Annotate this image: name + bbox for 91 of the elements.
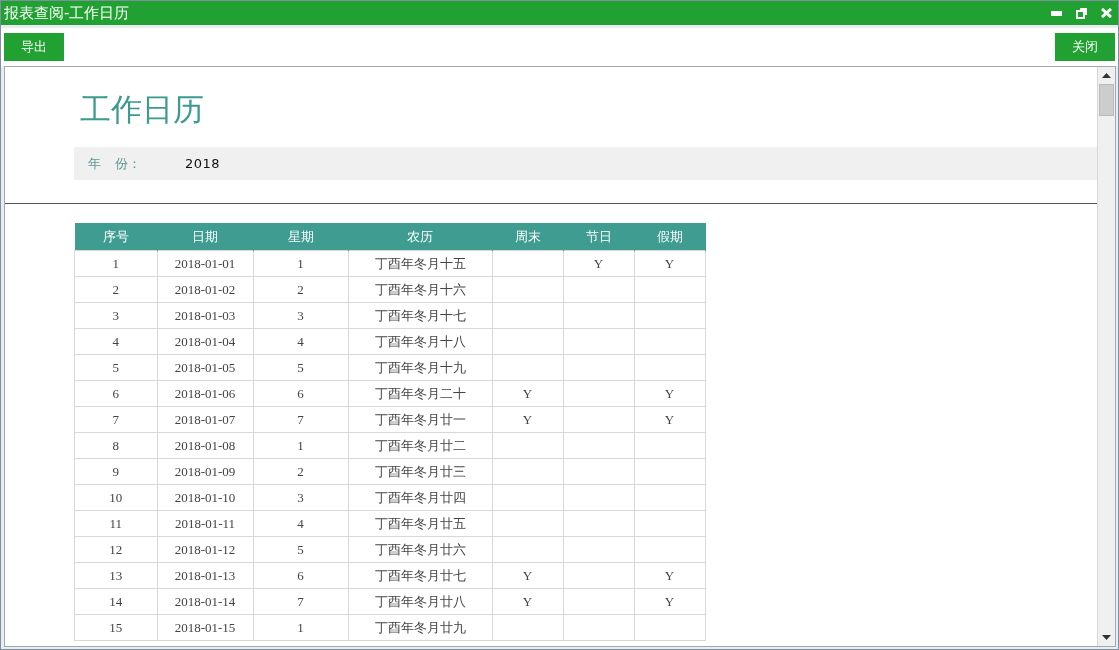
table-cell: Y [634, 380, 705, 407]
table-cell: 2018-01-08 [157, 432, 253, 459]
table-cell: 丁酉年冬月廿三 [348, 458, 492, 485]
table-cell: 丁酉年冬月十七 [348, 302, 492, 329]
table-cell: 2018-01-02 [157, 276, 253, 303]
table-cell: 3 [74, 302, 157, 329]
table-cell: 7 [253, 406, 348, 433]
close-button[interactable]: 关闭 [1055, 33, 1115, 61]
minimize-icon[interactable] [1051, 10, 1062, 16]
table-cell: 2018-01-15 [157, 614, 253, 641]
table-cell: 2018-01-12 [157, 536, 253, 563]
close-icon[interactable] [1101, 8, 1112, 18]
table-cell: 2018-01-10 [157, 484, 253, 511]
table-cell: 12 [74, 536, 157, 563]
table-cell: 6 [253, 380, 348, 407]
table-cell: Y [634, 588, 705, 615]
table-cell: 丁酉年冬月十五 [348, 250, 492, 277]
table-cell: Y [492, 406, 563, 433]
table-cell: 2018-01-09 [157, 458, 253, 485]
column-header: 日期 [157, 223, 253, 251]
table-cell: 丁酉年冬月廿五 [348, 510, 492, 537]
column-header: 节日 [563, 223, 634, 251]
table-cell: 2018-01-11 [157, 510, 253, 537]
table-cell: 丁酉年冬月廿九 [348, 614, 492, 641]
table-cell: 2018-01-07 [157, 406, 253, 433]
column-header: 周末 [492, 223, 563, 251]
table-cell: 丁酉年冬月十八 [348, 328, 492, 355]
table-cell: 丁酉年冬月十六 [348, 276, 492, 303]
year-value: 2018 [185, 156, 221, 171]
table-cell: 丁酉年冬月廿八 [348, 588, 492, 615]
column-header: 星期 [253, 223, 348, 251]
scrollbar[interactable] [1097, 67, 1115, 646]
table-cell: Y [634, 250, 705, 277]
report-title: 工作日历 [79, 90, 205, 129]
table-cell: 4 [253, 328, 348, 355]
table-cell: Y [634, 406, 705, 433]
window-title: 报表查阅-工作日历 [4, 3, 130, 23]
table-cell: 9 [74, 458, 157, 485]
table-cell: 2 [253, 276, 348, 303]
export-button[interactable]: 导出 [4, 33, 64, 61]
table-cell: 丁酉年冬月二十 [348, 380, 492, 407]
table-cell: 1 [253, 432, 348, 459]
table-cell: Y [563, 250, 634, 277]
table-cell: Y [492, 562, 563, 589]
table-cell: 2018-01-05 [157, 354, 253, 381]
table-cell: 7 [74, 406, 157, 433]
table-cell: 丁酉年冬月廿四 [348, 484, 492, 511]
table-cell: 7 [253, 588, 348, 615]
table-cell: 10 [74, 484, 157, 511]
table-cell: Y [634, 562, 705, 589]
table-cell: 丁酉年冬月廿六 [348, 536, 492, 563]
table-cell: 1 [253, 250, 348, 277]
table-cell: 15 [74, 614, 157, 641]
table-cell: 丁酉年冬月廿二 [348, 432, 492, 459]
table-cell: 丁酉年冬月廿一 [348, 406, 492, 433]
table-cell: 2018-01-13 [157, 562, 253, 589]
scroll-down-icon[interactable] [1102, 635, 1111, 640]
table-cell: 1 [74, 250, 157, 277]
table-cell: 2018-01-03 [157, 302, 253, 329]
table-cell: 5 [253, 536, 348, 563]
column-header: 农历 [348, 223, 492, 251]
table-cell: 2018-01-04 [157, 328, 253, 355]
table-cell: 5 [253, 354, 348, 381]
scrollbar-thumb[interactable] [1099, 84, 1114, 116]
scroll-up-icon[interactable] [1102, 73, 1111, 78]
table-cell: 6 [74, 380, 157, 407]
table-cell: 丁酉年冬月十九 [348, 354, 492, 381]
column-header: 序号 [74, 223, 157, 251]
table-cell: 4 [253, 510, 348, 537]
table-cell: 2018-01-14 [157, 588, 253, 615]
filter-label: 年 [88, 154, 101, 173]
table-cell: 丁酉年冬月廿七 [348, 562, 492, 589]
table-cell: 5 [74, 354, 157, 381]
filter-label: 份： [115, 154, 141, 173]
table-cell: Y [492, 380, 563, 407]
table-cell: 8 [74, 432, 157, 459]
table-cell: 4 [74, 328, 157, 355]
restore-icon[interactable] [1076, 7, 1087, 19]
table-cell: 2018-01-01 [157, 250, 253, 277]
table-cell: 3 [253, 302, 348, 329]
table-cell: 3 [253, 484, 348, 511]
table-cell: 13 [74, 562, 157, 589]
table-cell: 2018-01-06 [157, 380, 253, 407]
table-cell: 11 [74, 510, 157, 537]
table-cell: 2 [253, 458, 348, 485]
table-cell: 6 [253, 562, 348, 589]
column-header: 假期 [634, 223, 705, 251]
table-cell: 14 [74, 588, 157, 615]
table-cell: Y [492, 588, 563, 615]
table-cell: 2 [74, 276, 157, 303]
table-cell: 1 [253, 614, 348, 641]
